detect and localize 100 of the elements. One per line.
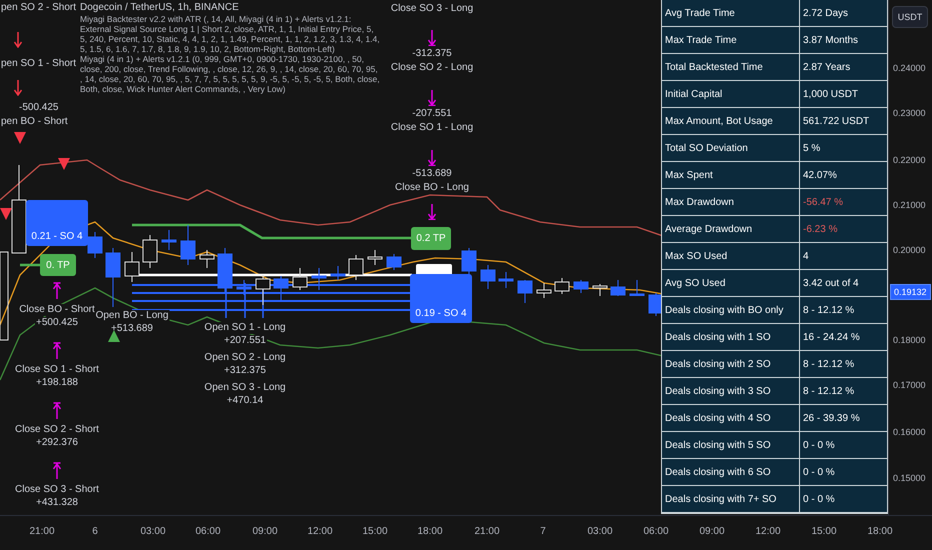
time-tick: 03:00	[140, 526, 166, 537]
time-tick: 09:00	[252, 526, 278, 537]
time-tick: 06:00	[643, 526, 669, 537]
price-tick: 0.18000	[893, 335, 926, 345]
time-tick: 7	[540, 526, 546, 537]
stat-value: 8 - 12.12 %	[802, 304, 856, 318]
stat-value: 0 - 0 %	[802, 466, 836, 480]
time-tick: 21:00	[474, 526, 500, 537]
stat-label: Avg Trade Time	[662, 0, 800, 26]
arrow-up-icon	[53, 462, 61, 479]
take-profit-line	[20, 264, 40, 266]
take-profit-tag: 0.2 TP	[411, 227, 451, 250]
stat-value: -6.23 %	[802, 222, 838, 236]
time-tick: 6	[92, 526, 98, 537]
stat-label: Avg SO Used	[662, 270, 800, 296]
stat-label: Deals closing with 5 SO	[662, 432, 800, 458]
trade-label: Close SO 3 - Long	[390, 3, 474, 15]
stat-label: Max Drawdown	[662, 189, 800, 215]
stat-value: 2.87 Years	[802, 60, 852, 74]
stat-value: 5 %	[802, 142, 822, 156]
stat-value: -56.47 %	[802, 196, 844, 210]
stat-label: Max SO Used	[662, 243, 800, 269]
trade-label: Close SO 1 - Long	[390, 122, 474, 134]
stat-value: 26 - 39.39 %	[802, 412, 861, 426]
price-tick: 0.21000	[893, 200, 926, 210]
trade-label: Open SO 1 - Long	[203, 322, 287, 334]
stat-label: Total SO Deviation	[662, 135, 800, 161]
triangle-up-icon	[108, 330, 120, 342]
stat-label: Deals closing with 7+ SO	[662, 486, 800, 512]
arrow-down-icon	[428, 30, 436, 46]
stat-value: 3.42 out of 4	[802, 276, 860, 290]
price-tick: 0.17000	[893, 380, 926, 390]
arrow-down-icon	[428, 150, 436, 166]
trade-label: pen SO 2 - Short	[0, 2, 78, 14]
trade-label: Close BO - Long	[394, 182, 470, 194]
arrow-up-icon	[53, 402, 61, 419]
arrow-down-icon	[428, 204, 436, 220]
arrow-down-icon	[14, 32, 22, 48]
price-tick: 0.23000	[893, 108, 926, 118]
stat-value: 1,000 USDT	[802, 88, 860, 102]
stat-label: Average Drawdown	[662, 216, 800, 242]
indicator-legend: Miyagi (4 in 1) + Alerts v1.2.1 (0, 999, GMT+0, 0900-1730, 1930-2100, , 50, close, 200, close, Trend Following, , close, 12, 26, 9, , 14, close, 20, 60, 70, 95, , 14, close, 20, 60, 70, 95, , 5, 7, 7, 5, 5, 5, 5, 5, 9, -5, 5, -5, 5, -5, 5, Both, close, Both, close, Wick Hunter Alert Commands, , Very Low)	[80, 54, 382, 94]
stat-value: 42.07%	[802, 168, 838, 182]
trade-label: pen SO 1 - Short	[0, 58, 78, 70]
stat-value: 0 - 0 %	[802, 438, 836, 452]
time-tick: 15:00	[811, 526, 837, 537]
stat-label: Deals closing with 6 SO	[662, 459, 800, 485]
price-tick: 0.22000	[893, 155, 926, 165]
time-tick: 12:00	[307, 526, 333, 537]
chart-title: Dogecoin / TetherUS, 1h, BINANCE	[80, 2, 240, 14]
stat-label: Deals closing with 1 SO	[662, 324, 800, 350]
stat-value: 4	[802, 250, 810, 264]
arrow-up-icon	[53, 282, 61, 299]
safety-order-tag: 0.21 - SO 4	[26, 200, 88, 246]
stat-label: Initial Capital	[662, 81, 800, 107]
stat-label: Max Amount, Bot Usage	[662, 108, 800, 134]
arrow-down-icon	[428, 90, 436, 106]
price-tick: 0.24000	[893, 63, 926, 73]
last-price-tag: 0.19132	[890, 284, 931, 300]
trade-label: Close BO - Short	[18, 304, 96, 316]
price-tick: 0.16000	[893, 427, 926, 437]
price-tick: 0.15000	[893, 473, 926, 483]
time-tick: 15:00	[362, 526, 388, 537]
stat-label: Deals closing with 4 SO	[662, 405, 800, 431]
time-tick: 03:00	[587, 526, 613, 537]
triangle-down-icon	[0, 208, 12, 220]
stat-value: 8 - 12.12 %	[802, 358, 856, 372]
stat-value: 16 - 24.24 %	[802, 330, 861, 344]
time-tick: 18:00	[867, 526, 893, 537]
stat-label: Deals closing with 2 SO	[662, 351, 800, 377]
stat-label: Deals closing with BO only	[662, 297, 800, 323]
price-tick: 0.20000	[893, 245, 926, 255]
stat-value: 3.87 Months	[802, 34, 860, 48]
stat-label: Deals closing with 3 SO	[662, 378, 800, 404]
take-profit-tag: 0. TP	[40, 254, 76, 276]
stat-label: Max Trade Time	[662, 27, 800, 53]
triangle-down-icon	[14, 132, 26, 144]
stat-label: Total Backtested Time	[662, 54, 800, 80]
order-marker-line	[244, 283, 246, 318]
trade-label: Open BO - Long	[94, 310, 170, 322]
time-tick: 21:00	[29, 526, 55, 537]
triangle-down-icon	[58, 158, 70, 170]
arrow-up-icon	[53, 342, 61, 359]
trade-label: Open SO 2 - Long	[203, 352, 287, 364]
stat-value: 2.72 Days	[802, 6, 850, 20]
time-tick: 09:00	[699, 526, 725, 537]
time-tick: 18:00	[417, 526, 443, 537]
time-tick: 12:00	[755, 526, 781, 537]
indicator-legend: Miyagi Backtester v2.2 with ATR (, 14, All, Miyagi (4 in 1) + Alerts v1.2.1: External Signal Source Long 1 | Short 2, close, ATR, 1, 1, Initial Entry Price, 5, 5, 240, Percent, 10, Static, 4, 4, 1, 2, 1, 1.49, Percent, 1, 1, 2, 1.2, 3, 1.3, 4, 1.4, 5, 1.5, 6, 1.6, 7, 1.7, 8, 1.8, 9, 1.9, 10, 2, Bottom-Right, Bottom-Left)	[80, 14, 382, 54]
trade-label: Close SO 2 - Long	[390, 62, 474, 74]
safety-order-tag: 0.19 - SO 4	[410, 274, 472, 323]
stat-value: 561.722 USDT	[802, 114, 870, 128]
trade-label: pen BO - Short	[0, 116, 69, 128]
stat-label: Max Spent	[662, 162, 800, 188]
currency-button[interactable]: USDT	[892, 6, 928, 28]
stat-value: 8 - 12.12 %	[802, 384, 856, 398]
time-tick: 06:00	[195, 526, 221, 537]
stat-value: 0 - 0 %	[802, 492, 836, 506]
arrow-down-icon	[14, 80, 22, 96]
trade-label: Open SO 3 - Long	[203, 382, 287, 394]
